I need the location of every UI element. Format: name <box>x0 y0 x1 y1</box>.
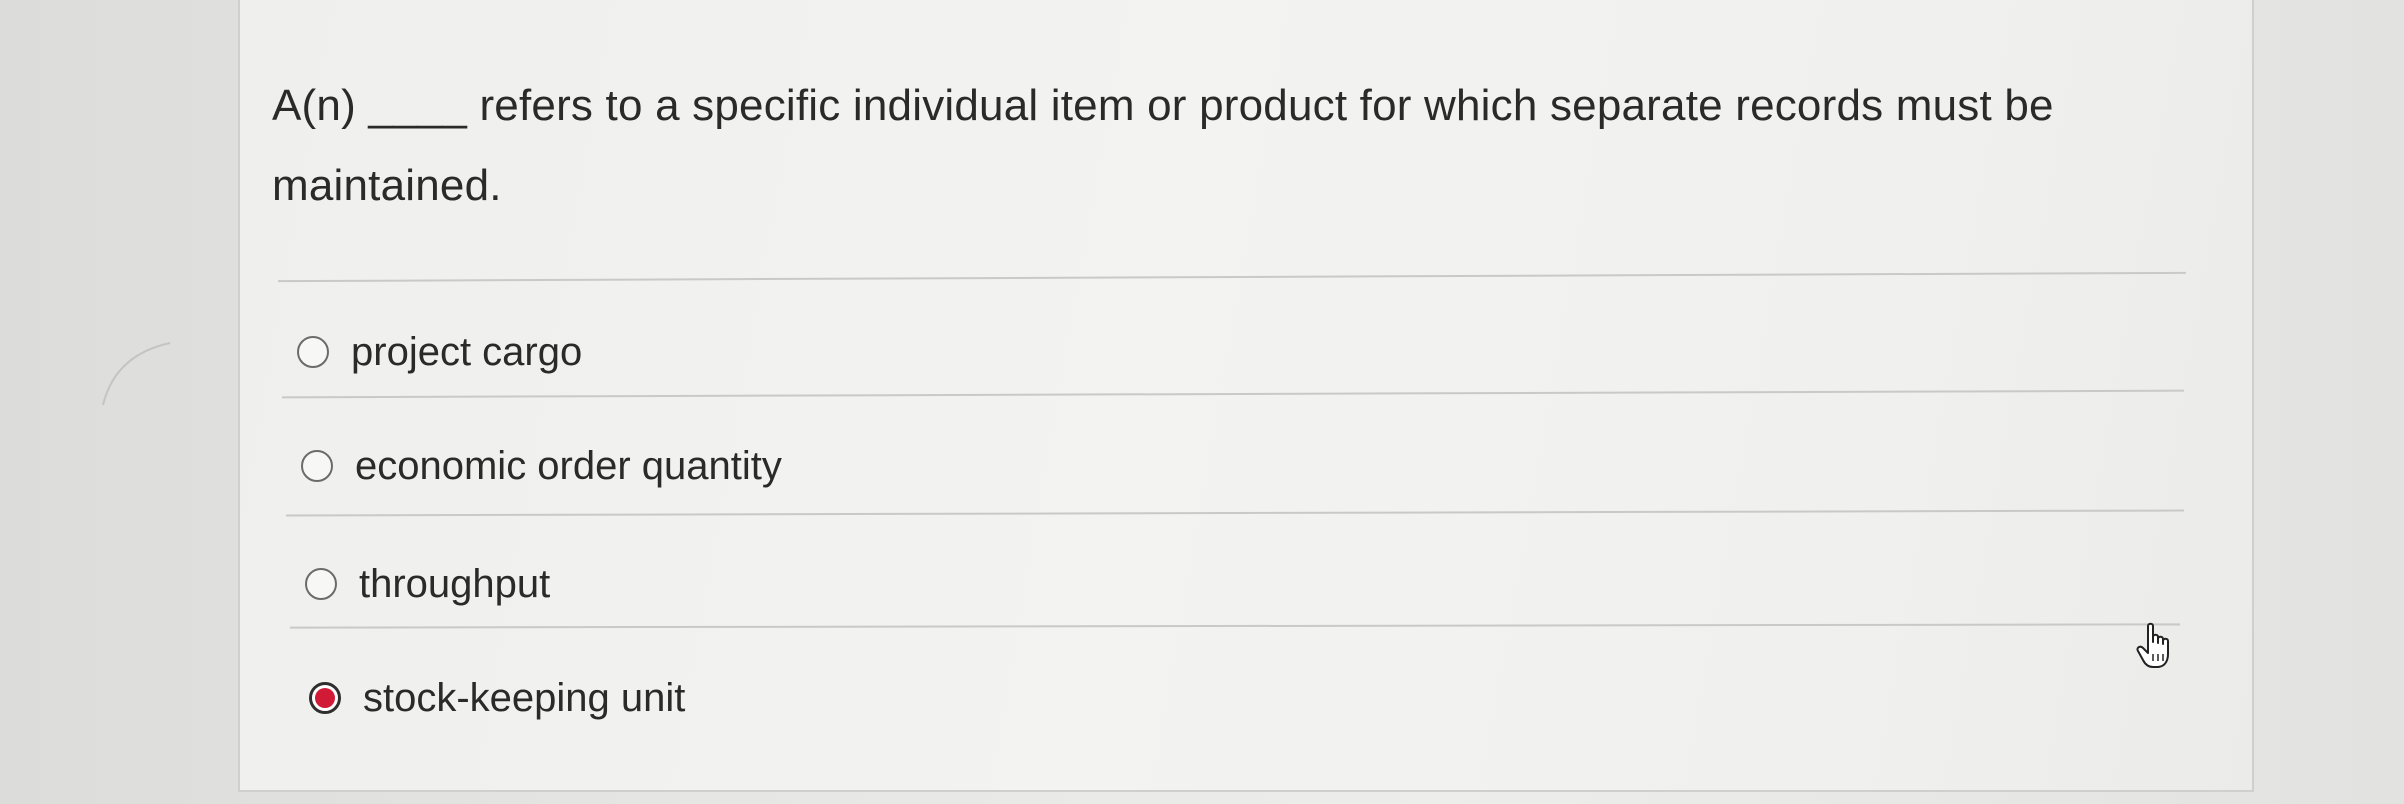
question-prompt: A(n) ____ refers to a specific individua… <box>272 81 2054 210</box>
option-label: project cargo <box>351 330 583 374</box>
option-project-cargo[interactable]: project cargo <box>297 332 582 372</box>
option-label: throughput <box>359 562 551 606</box>
option-throughput[interactable]: throughput <box>305 564 550 604</box>
option-label: economic order quantity <box>355 444 782 488</box>
radio-button[interactable] <box>301 450 333 482</box>
radio-button[interactable] <box>305 568 337 600</box>
option-label: stock-keeping unit <box>363 676 686 720</box>
radio-button-selected[interactable] <box>309 682 341 714</box>
option-economic-order-quantity[interactable]: economic order quantity <box>301 446 782 486</box>
radio-button[interactable] <box>297 336 329 368</box>
option-stock-keeping-unit[interactable]: stock-keeping unit <box>309 678 685 718</box>
screen-glare-curve <box>102 342 171 406</box>
hand-pointer-icon <box>2136 622 2169 668</box>
